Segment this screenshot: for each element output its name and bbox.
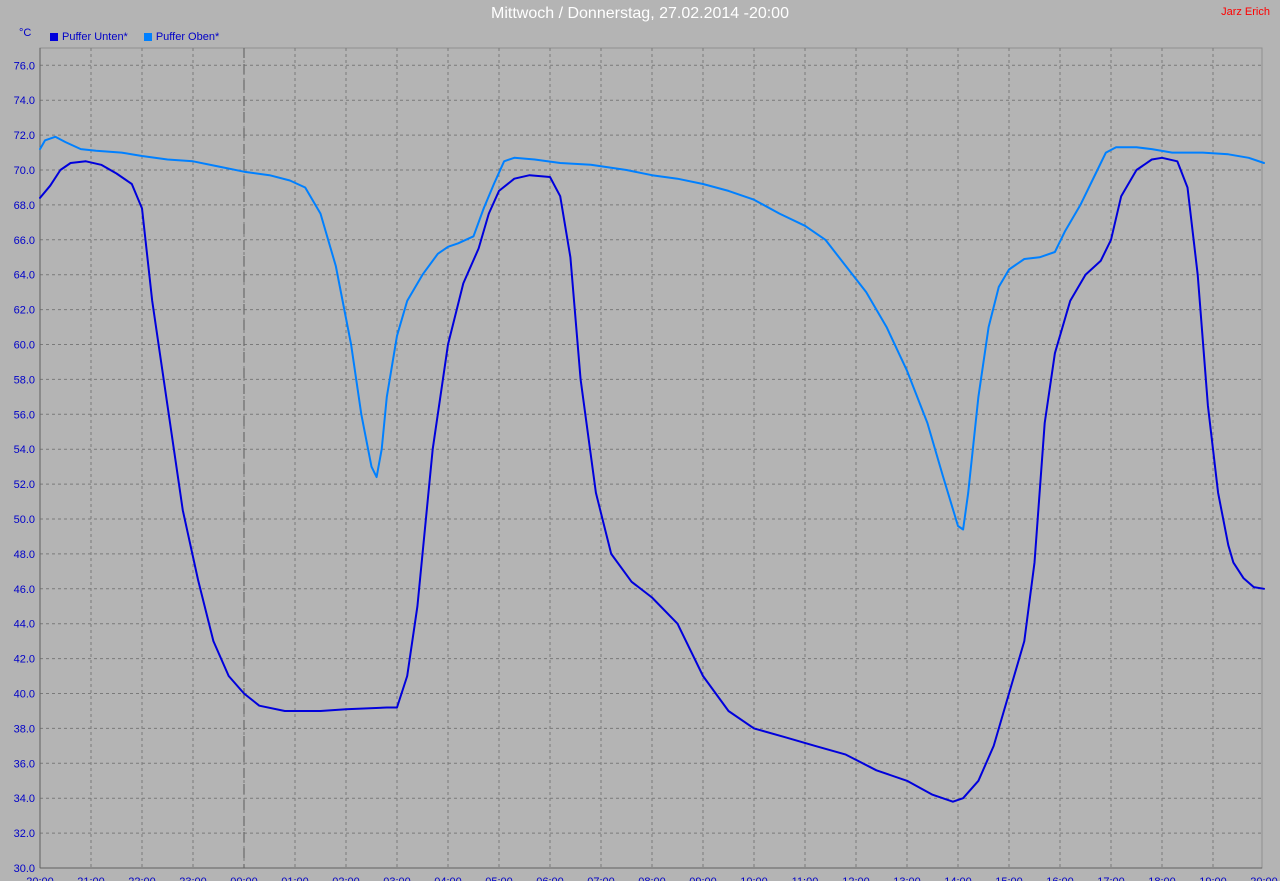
x-tick-label: 21:00 — [77, 876, 105, 881]
x-tick-label: 02:00 — [332, 876, 360, 881]
x-tick-label: 20:00 — [26, 876, 54, 881]
y-tick-label: 50.0 — [14, 514, 35, 526]
x-tick-label: 18:00 — [1148, 876, 1176, 881]
x-tick-label: 06:00 — [536, 876, 564, 881]
y-tick-label: 42.0 — [14, 654, 35, 666]
x-tick-label: 23:00 — [179, 876, 207, 881]
x-tick-label: 19:00 — [1199, 876, 1227, 881]
x-tick-label: 03:00 — [383, 876, 411, 881]
x-tick-label: 12:00 — [842, 876, 870, 881]
y-tick-label: 72.0 — [14, 130, 35, 142]
y-tick-label: 34.0 — [14, 793, 35, 805]
y-tick-label: 56.0 — [14, 409, 35, 421]
x-tick-label: 04:00 — [434, 876, 462, 881]
x-tick-label: 20:00 — [1250, 876, 1278, 881]
y-tick-label: 68.0 — [14, 200, 35, 212]
y-tick-label: 36.0 — [14, 758, 35, 770]
y-tick-label: 40.0 — [14, 689, 35, 701]
y-tick-label: 30.0 — [14, 863, 35, 875]
x-tick-label: 22:00 — [128, 876, 156, 881]
x-tick-label: 07:00 — [587, 876, 615, 881]
y-tick-label: 58.0 — [14, 374, 35, 386]
x-tick-label: 00:00 — [230, 876, 258, 881]
y-tick-label: 38.0 — [14, 723, 35, 735]
x-tick-label: 15:00 — [995, 876, 1023, 881]
y-tick-label: 60.0 — [14, 340, 35, 352]
y-tick-label: 76.0 — [14, 60, 35, 72]
x-tick-label: 13:00 — [893, 876, 921, 881]
x-tick-label: 10:00 — [740, 876, 768, 881]
y-tick-label: 52.0 — [14, 479, 35, 491]
y-tick-label: 70.0 — [14, 165, 35, 177]
x-tick-label: 16:00 — [1046, 876, 1074, 881]
x-tick-label: 05:00 — [485, 876, 513, 881]
y-tick-label: 74.0 — [14, 95, 35, 107]
x-tick-label: 17:00 — [1097, 876, 1125, 881]
y-tick-label: 46.0 — [14, 584, 35, 596]
y-tick-label: 48.0 — [14, 549, 35, 561]
y-tick-label: 32.0 — [14, 828, 35, 840]
plot-frame — [39, 47, 1263, 869]
y-tick-label: 64.0 — [14, 270, 35, 282]
x-tick-label: 11:00 — [792, 876, 819, 881]
y-tick-label: 66.0 — [14, 235, 35, 247]
x-tick-label: 14:00 — [944, 876, 972, 881]
x-tick-label: 08:00 — [638, 876, 666, 881]
y-tick-label: 62.0 — [14, 305, 35, 317]
x-tick-label: 01:00 — [281, 876, 309, 881]
y-tick-label: 44.0 — [14, 619, 35, 631]
y-tick-label: 54.0 — [14, 444, 35, 456]
x-tick-label: 09:00 — [689, 876, 717, 881]
line-chart: 30.0 32.0 34.0 36.0 38.0 40.0 42.0 44.0 46.0 48.0… — [14, 47, 1278, 881]
